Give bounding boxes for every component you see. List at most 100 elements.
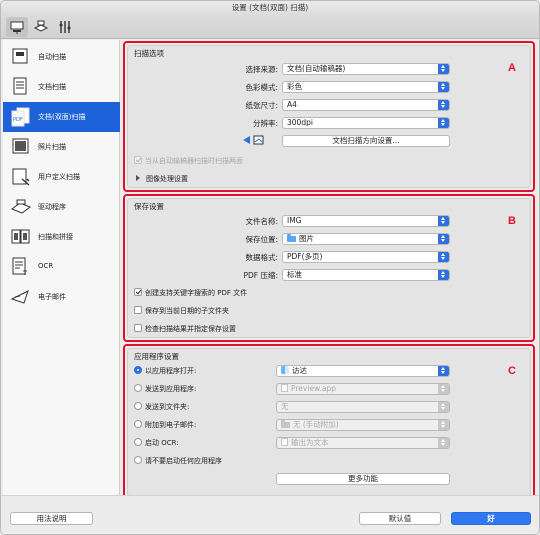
scan-from-computer-tab[interactable]	[6, 17, 28, 37]
app-settings-section: 应用程序设置 C 以应用程序打开: 访达 发送到应用程序: Preview.ap…	[123, 344, 535, 500]
disclosure-triangle-icon	[136, 175, 140, 181]
sidebar-item-driver[interactable]: 驱动程序	[3, 192, 120, 222]
dropdown-arrow-icon	[438, 384, 449, 394]
paper-size-label: 纸张尺寸:	[245, 101, 278, 110]
auto-scan-icon	[10, 47, 32, 67]
radio-unselected-icon	[134, 384, 142, 392]
sidebar-item-scan-stitch[interactable]: 扫描和拼接	[3, 222, 120, 252]
send-to-folder-select[interactable]: 无	[276, 401, 450, 413]
radio-no-app-label: 请不要启动任何应用程序	[145, 457, 222, 465]
radio-selected-icon	[134, 366, 142, 374]
start-ocr-select[interactable]: 输出为文本	[276, 437, 450, 449]
scan-from-panel-tab[interactable]	[30, 17, 52, 37]
color-mode-select[interactable]: 彩色	[282, 81, 450, 93]
color-mode-label: 色彩模式:	[245, 83, 278, 92]
data-format-select[interactable]: PDF(多页)	[282, 251, 450, 263]
sidebar-item-custom-scan[interactable]: 用户定义扫描	[3, 162, 120, 192]
general-settings-tab[interactable]	[54, 17, 76, 37]
pdf-compression-label: PDF 压缩:	[243, 271, 278, 280]
date-subfolder-checkbox[interactable]: 保存到当前日期的子文件夹	[134, 306, 229, 316]
sidebar-item-auto-scan[interactable]: 自动扫描	[3, 42, 120, 72]
window-title: 设置 (文档(双面) 扫描)	[1, 1, 539, 15]
dropdown-arrow-icon	[438, 82, 449, 92]
help-button[interactable]: 用法说明	[10, 512, 93, 525]
image-processing-disclosure[interactable]: 图像处理设置	[136, 174, 188, 184]
pdf-compression-select[interactable]: 标准	[282, 269, 450, 281]
dropdown-arrow-icon	[438, 270, 449, 280]
dropdown-arrow-icon	[438, 366, 449, 376]
footer: 用法说明 默认值 好	[1, 495, 539, 534]
duplex-document-icon: PDF	[10, 107, 32, 127]
data-format-value: PDF(多页)	[287, 252, 323, 261]
radio-unselected-icon	[134, 438, 142, 446]
radio-send-to-app[interactable]: 发送到应用程序:	[134, 384, 196, 394]
source-value: 文档(自动输稿器)	[287, 64, 346, 73]
document-icon	[281, 384, 288, 392]
radio-open-with-app[interactable]: 以应用程序打开:	[134, 366, 196, 376]
email-icon	[10, 287, 32, 307]
folder-icon	[281, 420, 290, 428]
custom-scan-icon	[10, 167, 32, 187]
attach-email-select[interactable]: 无 (手动附加)	[276, 419, 450, 431]
check-results-checkbox[interactable]: 检查扫描结果并指定保存设置	[134, 324, 236, 334]
svg-text:T: T	[23, 270, 28, 277]
send-to-app-select[interactable]: Preview.app	[276, 383, 450, 395]
defaults-button[interactable]: 默认值	[359, 512, 441, 525]
open-with-value: 访达	[292, 366, 307, 375]
save-in-select[interactable]: 图片	[282, 233, 450, 245]
dropdown-arrow-icon	[438, 234, 449, 244]
sidebar: 自动扫描 文档扫描 PDF 文档(双面)扫描 照片扫描 用户定义扫描 驱动程序 …	[3, 40, 120, 495]
sidebar-item-email[interactable]: 电子邮件	[3, 282, 120, 312]
sidebar-item-label: 自动扫描	[38, 53, 66, 61]
checkbox-checked-icon	[134, 156, 142, 164]
dropdown-arrow-icon	[438, 216, 449, 226]
sidebar-item-label: 文档(双面)扫描	[38, 113, 86, 121]
dropdown-arrow-icon	[438, 438, 449, 448]
date-subfolder-label: 保存到当前日期的子文件夹	[145, 307, 229, 315]
duplex-checkbox-label: 当从自动输稿器扫描时扫描两面	[145, 157, 243, 165]
sidebar-item-document-scan[interactable]: 文档扫描	[3, 72, 120, 102]
radio-open-with-label: 以应用程序打开:	[145, 367, 197, 375]
radio-send-app-label: 发送到应用程序:	[145, 385, 197, 393]
checkbox-unchecked-icon	[134, 306, 142, 314]
sidebar-item-label: 电子邮件	[38, 293, 66, 301]
main-panel: 扫描选项 A 选择来源: 文档(自动输稿器) 色彩模式: 彩色 纸张尺寸: A4…	[121, 40, 539, 500]
checkbox-unchecked-icon	[134, 324, 142, 332]
sidebar-item-label: 驱动程序	[38, 203, 66, 211]
app-settings-title: 应用程序设置	[134, 352, 179, 361]
radio-attach-email[interactable]: 附加到电子邮件:	[134, 420, 196, 430]
radio-start-ocr[interactable]: 启动 OCR:	[134, 438, 179, 448]
orientation-settings-button[interactable]: 文档扫描方向设置...	[282, 135, 450, 147]
sidebar-item-ocr[interactable]: T OCR	[3, 252, 120, 282]
ocr-icon: T	[10, 257, 32, 277]
sidebar-item-photo-scan[interactable]: 照片扫描	[3, 132, 120, 162]
ok-button[interactable]: 好	[451, 512, 531, 525]
dropdown-arrow-icon	[438, 64, 449, 74]
radio-unselected-icon	[134, 420, 142, 428]
duplex-checkbox[interactable]: 当从自动输稿器扫描时扫描两面	[134, 156, 243, 166]
document-icon	[10, 77, 32, 97]
resolution-select[interactable]: 300dpi	[282, 117, 450, 129]
send-folder-value: 无	[281, 402, 289, 411]
radio-unselected-icon	[134, 456, 142, 464]
radio-no-app[interactable]: 请不要启动任何应用程序	[134, 456, 222, 466]
dropdown-arrow-icon	[438, 118, 449, 128]
sidebar-item-label: 用户定义扫描	[38, 173, 80, 181]
paper-size-select[interactable]: A4	[282, 99, 450, 111]
open-with-select[interactable]: 访达	[276, 365, 450, 377]
dropdown-arrow-icon	[438, 402, 449, 412]
sidebar-item-label: 文档扫描	[38, 83, 66, 91]
source-select[interactable]: 文档(自动输稿器)	[282, 63, 450, 75]
dropdown-arrow-icon	[438, 252, 449, 262]
file-name-combo[interactable]: IMG	[282, 215, 450, 227]
keyword-pdf-checkbox[interactable]: 创建支持关键字搜索的 PDF 文件	[134, 288, 247, 298]
more-functions-button[interactable]: 更多功能	[276, 473, 450, 485]
keyword-pdf-label: 创建支持关键字搜索的 PDF 文件	[145, 289, 248, 297]
radio-send-to-folder[interactable]: 发送到文件夹:	[134, 402, 189, 412]
sidebar-item-duplex-scan[interactable]: PDF 文档(双面)扫描	[3, 102, 120, 132]
save-in-value: 图片	[299, 234, 314, 243]
radio-attach-email-label: 附加到电子邮件:	[145, 421, 197, 429]
svg-text:PDF: PDF	[13, 117, 23, 123]
dropdown-arrow-icon	[438, 420, 449, 430]
paper-size-value: A4	[287, 100, 297, 109]
